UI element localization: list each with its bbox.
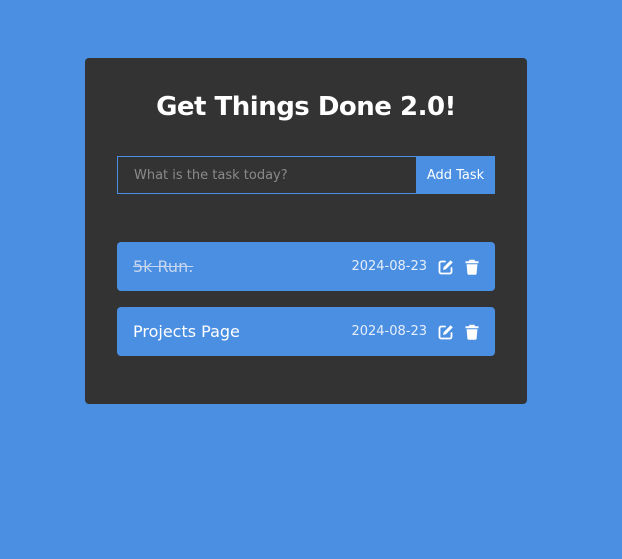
task-date: 2024-08-23 (351, 324, 427, 339)
task-item: 5k Run. 2024-08-23 (117, 242, 495, 291)
add-task-button[interactable]: Add Task (416, 156, 495, 194)
task-item: Projects Page 2024-08-23 (117, 307, 495, 356)
page-title: Get Things Done 2.0! (156, 92, 456, 122)
trash-icon[interactable] (464, 259, 480, 275)
task-input[interactable] (117, 156, 416, 194)
task-list: 5k Run. 2024-08-23 Projects Page 2024-08… (117, 242, 495, 372)
task-text[interactable]: 5k Run. (133, 257, 351, 276)
task-text[interactable]: Projects Page (133, 322, 351, 341)
task-date: 2024-08-23 (351, 259, 427, 274)
task-form: Add Task (117, 156, 495, 194)
todo-card: Get Things Done 2.0! Add Task 5k Run. 20… (85, 58, 527, 404)
trash-icon[interactable] (464, 324, 480, 340)
edit-icon[interactable] (438, 259, 454, 275)
edit-icon[interactable] (438, 324, 454, 340)
